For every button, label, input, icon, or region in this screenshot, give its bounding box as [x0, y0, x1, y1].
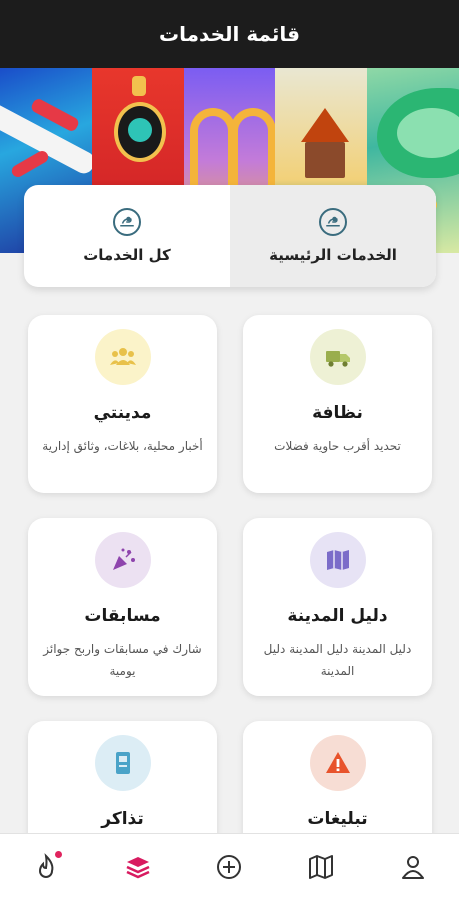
service-card-my-city[interactable]: مدينتي أخبار محلية، بلاغات، وثائق إدارية	[28, 315, 217, 493]
service-description: أخبار محلية، بلاغات، وثائق إدارية	[42, 439, 203, 453]
service-card-city-guide[interactable]: دليل المدينة دليل المدينة دليل المدينة د…	[243, 518, 432, 696]
map-icon	[326, 550, 349, 570]
services-tabs: كل الخدمات الخدمات الرئيسية	[24, 185, 436, 287]
service-card-competitions[interactable]: مسابقات شارك في مسابقات واربح جوائز يومي…	[28, 518, 217, 696]
services-icon	[319, 208, 347, 236]
service-title: تبليغات	[307, 809, 368, 829]
services-icon	[113, 208, 141, 236]
service-title: تذاكر	[101, 809, 144, 829]
map-icon	[309, 855, 334, 879]
notification-dot	[54, 851, 62, 858]
service-title: نظافة	[312, 403, 363, 423]
service-description: دليل المدينة دليل المدينة دليل المدينة	[263, 642, 412, 678]
layers-icon	[126, 857, 150, 879]
service-icon-circle	[94, 532, 151, 588]
ticket-icon	[115, 752, 130, 774]
tab-all-services[interactable]: كل الخدمات	[24, 185, 230, 287]
plus-circle-icon	[217, 855, 242, 879]
bottom-navigation	[0, 833, 459, 900]
page-title: قائمة الخدمات	[159, 22, 300, 46]
tab-label: الخدمات الرئيسية	[269, 246, 397, 264]
service-title: دليل المدينة	[287, 606, 388, 626]
nav-services[interactable]	[108, 837, 168, 897]
nav-flame[interactable]	[16, 837, 76, 897]
service-icon-circle	[94, 735, 151, 791]
service-title: مدينتي	[93, 403, 152, 423]
people-icon	[109, 348, 136, 365]
service-icon-circle	[309, 735, 366, 791]
service-icon-circle	[309, 532, 366, 588]
truck-icon	[325, 351, 350, 367]
service-card-cleanliness[interactable]: نظافة تحديد أقرب حاوية فضلات	[243, 315, 432, 493]
tab-main-services[interactable]: الخدمات الرئيسية	[230, 185, 436, 287]
service-title: مسابقات	[84, 606, 161, 626]
tab-label: كل الخدمات	[83, 246, 171, 264]
nav-profile[interactable]	[383, 837, 443, 897]
service-description: شارك في مسابقات واربح جوائز يومية	[43, 642, 202, 678]
nav-map[interactable]	[291, 837, 351, 897]
nav-add[interactable]	[199, 837, 259, 897]
warning-icon	[325, 752, 350, 773]
app-header: قائمة الخدمات	[0, 0, 459, 68]
party-icon	[112, 548, 135, 570]
service-icon-circle	[94, 329, 151, 385]
service-icon-circle	[309, 329, 366, 385]
user-icon	[402, 856, 425, 879]
service-description: تحديد أقرب حاوية فضلات	[274, 439, 401, 453]
